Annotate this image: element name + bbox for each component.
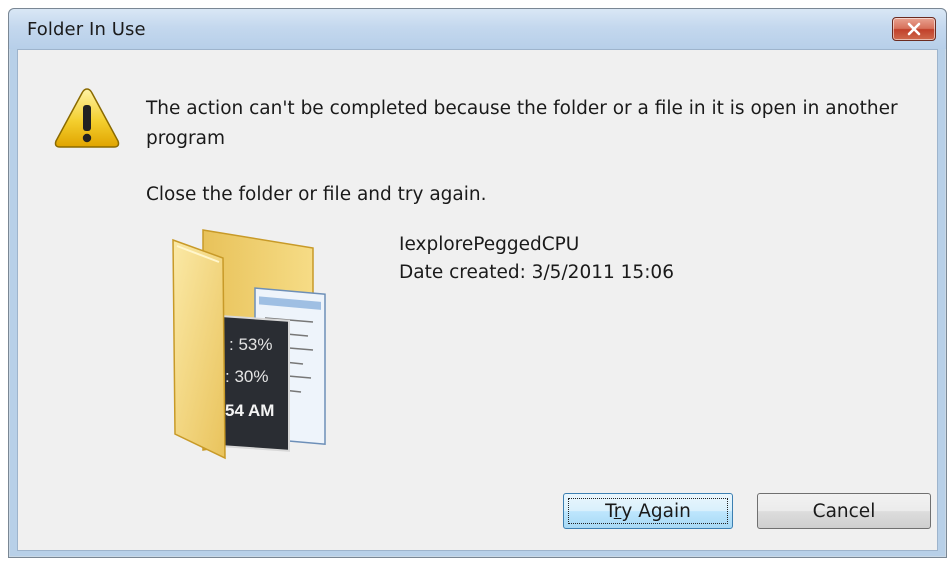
- dialog-body: The action can't be completed because th…: [17, 49, 938, 551]
- dialog-title: Folder In Use: [27, 19, 146, 40]
- close-icon: [907, 22, 921, 36]
- file-name: IexplorePeggedCPU: [399, 234, 580, 255]
- dialog-message: The action can't be completed because th…: [146, 98, 898, 149]
- file-date-created: Date created: 3/5/2011 15:06: [399, 262, 674, 283]
- close-button[interactable]: [892, 17, 936, 41]
- thumb-text-2: : 30%: [225, 367, 268, 386]
- dialog-window: Folder In Use The action can't be comple…: [8, 8, 947, 558]
- cancel-label: Cancel: [812, 500, 876, 522]
- cancel-button[interactable]: Cancel: [757, 493, 931, 529]
- folder-icon: : 53% : 30% 54 AM: [172, 229, 326, 460]
- thumb-text-1: : 53%: [229, 335, 272, 354]
- thumb-text-3: 54 AM: [225, 401, 274, 420]
- window-thumbnail-dark: : 53% : 30% 54 AM: [222, 315, 290, 452]
- warning-icon: [54, 88, 120, 148]
- focus-rectangle: [568, 498, 728, 524]
- title-bar[interactable]: Folder In Use: [9, 9, 946, 49]
- dialog-instruction: Close the folder or file and try again.: [146, 184, 487, 205]
- try-again-button[interactable]: Try Again: [563, 493, 733, 529]
